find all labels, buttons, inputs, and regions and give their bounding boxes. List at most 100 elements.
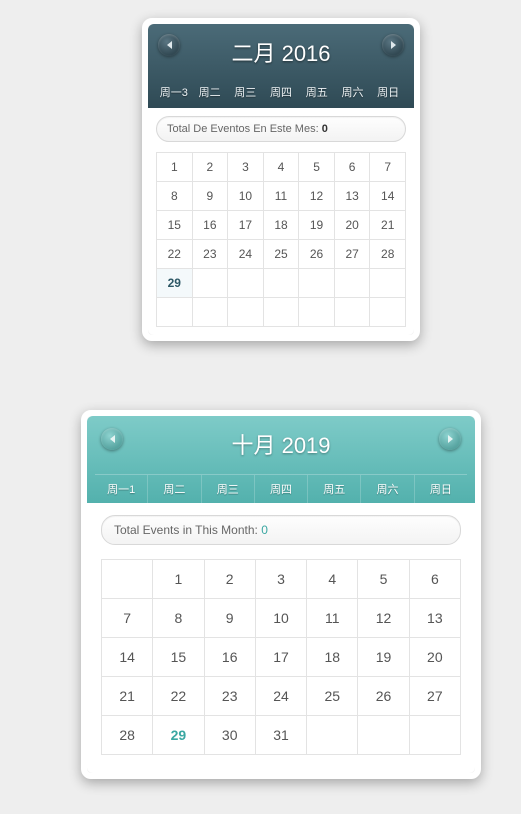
date-cell[interactable]: 10 (228, 182, 264, 211)
empty-cell (358, 716, 409, 755)
date-cell[interactable]: 2 (205, 560, 256, 599)
date-cell[interactable]: 11 (307, 599, 358, 638)
date-cell[interactable]: 10 (256, 599, 307, 638)
date-cell[interactable]: 25 (264, 240, 300, 269)
empty-cell (193, 298, 229, 327)
date-cell[interactable]: 9 (193, 182, 229, 211)
date-cell[interactable]: 23 (193, 240, 229, 269)
month-year-title: 十月 2019 (231, 433, 330, 458)
date-cell[interactable]: 12 (299, 182, 335, 211)
date-cell[interactable]: 28 (370, 240, 406, 269)
date-cell[interactable]: 31 (256, 716, 307, 755)
day-of-week: 周五 (299, 80, 335, 104)
date-cell[interactable]: 21 (102, 677, 153, 716)
date-cell[interactable]: 12 (358, 599, 409, 638)
date-cell[interactable]: 4 (264, 153, 300, 182)
date-cell[interactable]: 19 (299, 211, 335, 240)
date-cell[interactable]: 20 (335, 211, 371, 240)
empty-cell (264, 298, 300, 327)
calendar-body: Total De Eventos En Este Mes: 0 12345678… (148, 108, 414, 335)
date-cell[interactable]: 24 (228, 240, 264, 269)
next-month-button[interactable] (439, 428, 461, 450)
date-grid: 1234567891011121314151617181920212223242… (101, 559, 461, 755)
day-of-week-row: 周一1周二周三周四周五周六周日 (95, 474, 467, 503)
date-cell[interactable]: 1 (157, 153, 193, 182)
day-of-week-row: 周一3周二周三周四周五周六周日 (156, 80, 406, 104)
empty-cell (299, 269, 335, 298)
empty-cell (157, 298, 193, 327)
date-cell[interactable]: 29 (153, 716, 204, 755)
empty-cell (410, 716, 461, 755)
day-of-week: 周日 (370, 80, 406, 104)
date-cell[interactable]: 28 (102, 716, 153, 755)
date-cell[interactable]: 16 (205, 638, 256, 677)
prev-month-button[interactable] (158, 34, 180, 56)
date-cell[interactable]: 20 (410, 638, 461, 677)
date-grid: 1234567891011121314151617181920212223242… (156, 152, 406, 327)
date-cell[interactable]: 15 (157, 211, 193, 240)
date-cell[interactable]: 17 (256, 638, 307, 677)
date-cell[interactable]: 9 (205, 599, 256, 638)
date-cell[interactable]: 3 (228, 153, 264, 182)
date-cell[interactable]: 27 (410, 677, 461, 716)
date-cell[interactable]: 14 (370, 182, 406, 211)
calendar-feb-2016: 二月 2016 周一3周二周三周四周五周六周日 Total De Eventos… (142, 18, 420, 341)
date-cell[interactable]: 18 (264, 211, 300, 240)
date-cell[interactable]: 26 (299, 240, 335, 269)
empty-cell (228, 269, 264, 298)
date-cell[interactable]: 6 (410, 560, 461, 599)
date-cell[interactable]: 29 (157, 269, 193, 298)
date-cell[interactable]: 22 (153, 677, 204, 716)
day-of-week: 周五 (308, 475, 361, 503)
empty-cell (307, 716, 358, 755)
date-cell[interactable]: 23 (205, 677, 256, 716)
date-cell[interactable]: 13 (410, 599, 461, 638)
summary-count: 0 (261, 523, 268, 537)
date-cell[interactable]: 8 (153, 599, 204, 638)
day-of-week: 周三 (202, 475, 255, 503)
date-cell[interactable]: 6 (335, 153, 371, 182)
date-cell[interactable]: 22 (157, 240, 193, 269)
date-cell[interactable]: 25 (307, 677, 358, 716)
summary-count: 0 (322, 123, 328, 135)
chevron-left-icon (110, 435, 115, 443)
day-of-week: 周一1 (95, 475, 148, 503)
empty-cell (299, 298, 335, 327)
date-cell[interactable]: 2 (193, 153, 229, 182)
empty-cell (264, 269, 300, 298)
date-cell[interactable]: 13 (335, 182, 371, 211)
date-cell[interactable]: 7 (370, 153, 406, 182)
date-cell[interactable]: 1 (153, 560, 204, 599)
empty-cell (193, 269, 229, 298)
day-of-week: 周四 (263, 80, 299, 104)
date-cell[interactable]: 5 (299, 153, 335, 182)
empty-cell (102, 560, 153, 599)
date-cell[interactable]: 21 (370, 211, 406, 240)
date-cell[interactable]: 3 (256, 560, 307, 599)
date-cell[interactable]: 15 (153, 638, 204, 677)
date-cell[interactable]: 17 (228, 211, 264, 240)
date-cell[interactable]: 16 (193, 211, 229, 240)
day-of-week: 周六 (335, 80, 371, 104)
prev-month-button[interactable] (101, 428, 123, 450)
chevron-left-icon (167, 41, 172, 49)
date-cell[interactable]: 7 (102, 599, 153, 638)
chevron-right-icon (391, 41, 396, 49)
date-cell[interactable]: 5 (358, 560, 409, 599)
date-cell[interactable]: 19 (358, 638, 409, 677)
chevron-right-icon (448, 435, 453, 443)
date-cell[interactable]: 4 (307, 560, 358, 599)
calendar-body: Total Events in This Month: 0 1234567891… (87, 503, 475, 773)
date-cell[interactable]: 11 (264, 182, 300, 211)
date-cell[interactable]: 8 (157, 182, 193, 211)
date-cell[interactable]: 14 (102, 638, 153, 677)
date-cell[interactable]: 27 (335, 240, 371, 269)
date-cell[interactable]: 30 (205, 716, 256, 755)
empty-cell (335, 298, 371, 327)
date-cell[interactable]: 24 (256, 677, 307, 716)
day-of-week: 周三 (227, 80, 263, 104)
date-cell[interactable]: 26 (358, 677, 409, 716)
date-cell[interactable]: 18 (307, 638, 358, 677)
next-month-button[interactable] (382, 34, 404, 56)
empty-cell (370, 269, 406, 298)
